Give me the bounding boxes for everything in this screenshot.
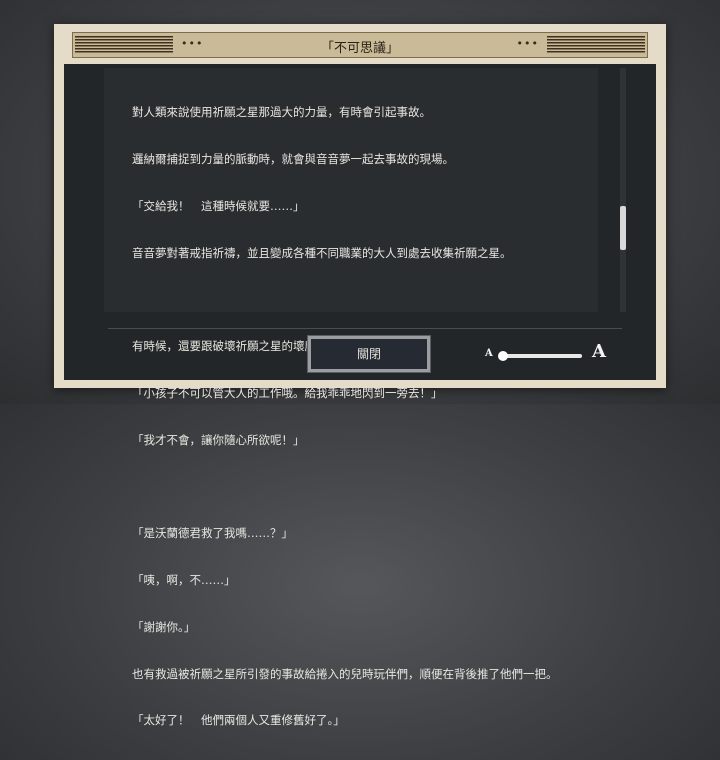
font-size-small-icon[interactable]: A <box>485 348 493 359</box>
story-line <box>132 292 602 308</box>
story-line <box>132 479 602 495</box>
header-stripes-right <box>547 36 645 54</box>
header-dots-right: ••• <box>516 37 539 50</box>
font-size-slider[interactable] <box>500 354 582 358</box>
story-line: 邏納爾捕捉到力量的脈動時，就會與音音夢一起去事故的現場。 <box>132 151 454 166</box>
close-button[interactable]: 關閉 <box>307 335 431 373</box>
story-line: 「咦，啊，不……」 <box>132 573 236 587</box>
scrollbar-thumb[interactable] <box>620 206 626 250</box>
story-line: 也有救過被祈願之星所引發的事故給捲入的兒時玩伴們，順便在背後推了他們一把。 <box>132 666 558 681</box>
dialog-body: 對人類來說使用祈願之星那過大的力量，有時會引起事故。 邏納爾捕捉到力量的脈動時，… <box>64 64 656 727</box>
story-dialog: ••• 「不可思議」 ••• 對人類來說使用祈願之星那過大的力量，有時會引起事故… <box>54 24 666 727</box>
story-line: 「謝謝你。」 <box>132 619 196 634</box>
story-line: 音音夢對著戒指祈禱，並且變成各種不同職業的大人到處去收集祈願之星。 <box>132 245 512 260</box>
font-size-slider-knob[interactable] <box>498 351 508 361</box>
story-line: 對人類來說使用祈願之星那過大的力量，有時會引起事故。 <box>132 105 431 120</box>
story-line: 「我才不會，讓你隨心所欲呢！」 <box>132 432 305 447</box>
dialog-header: ••• 「不可思議」 ••• <box>72 32 648 58</box>
story-line: 「交給我！ 這種時候就要……」 <box>132 198 305 213</box>
footer-divider <box>108 328 622 329</box>
font-size-large-icon[interactable]: A <box>592 341 606 362</box>
story-line: 「小孩子不可以管大人的工作哦。給我乖乖地閃到一旁去！」 <box>132 385 443 400</box>
story-line: 「太好了！ 他們兩個人又重修舊好了。」 <box>132 713 345 728</box>
scrollbar-track[interactable] <box>620 68 626 312</box>
story-text: 對人類來說使用祈願之星那過大的力量，有時會引起事故。 邏納爾捕捉到力量的脈動時，… <box>132 74 602 760</box>
story-text-panel[interactable]: 對人類來說使用祈願之星那過大的力量，有時會引起事故。 邏納爾捕捉到力量的脈動時，… <box>104 68 598 727</box>
story-line: 「是沃蘭德君救了我嗎……？」 <box>132 526 293 541</box>
